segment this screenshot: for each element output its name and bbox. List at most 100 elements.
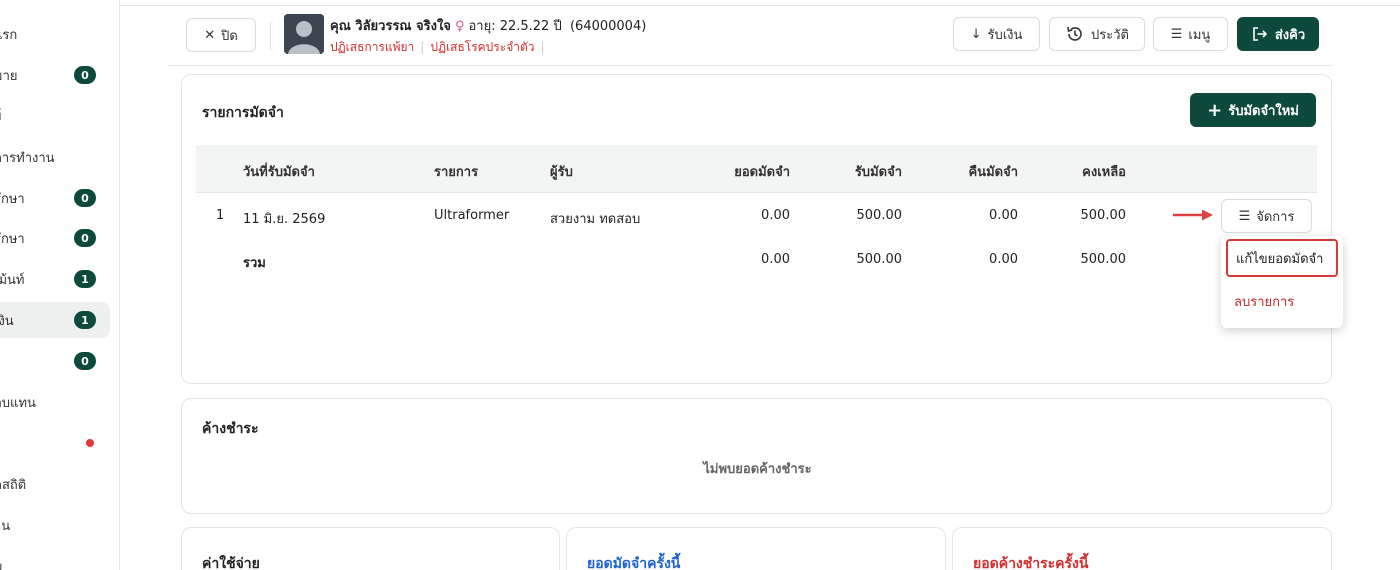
notification-dot <box>86 439 94 447</box>
avatar <box>284 14 324 54</box>
female-icon: ♀ <box>454 19 465 34</box>
table-header: วันที่รับมัดจำ รายการ ผู้รับ ยอดมัดจำ รั… <box>196 145 1317 193</box>
row-item: Ultraformer <box>434 208 510 223</box>
deposit-this-time-title: ยอดมัดจำครั้งนี้ <box>587 556 681 570</box>
user-icon <box>284 14 324 54</box>
deposit-card: รายการมัดจำ + รับมัดจำใหม่ วันที่รับมัดจ… <box>181 74 1332 384</box>
sidebar-item-label: ลสถิติ <box>0 477 27 493</box>
sidebar-item-label: เงิน <box>0 313 14 329</box>
delete-item-menu-item[interactable]: ลบรายการ <box>1226 282 1338 320</box>
total-balance: 500.00 <box>1080 252 1127 267</box>
main-content: ✕ ปิด คุณ วิลัยวรรณ จริงใจ ♀ อายุ: 22.5.22… <box>120 0 1400 570</box>
outstanding-this-time-title: ยอดค้างชำระครั้งนี้ <box>973 556 1089 570</box>
sidebar-item-finance[interactable]: เงิน 1 <box>0 302 110 338</box>
column-header: รายการ <box>434 165 479 180</box>
sidebar-item-comments[interactable]: เม้นท์ 1 <box>0 261 110 297</box>
sidebar-item-label: รักษา <box>0 231 25 247</box>
sidebar-item-work[interactable]: การทำงาน <box>0 139 110 175</box>
new-deposit-button[interactable]: + รับมัดจำใหม่ <box>1190 93 1316 127</box>
patient-name: คุณ วิลัยวรรณ จริงใจ <box>330 19 451 34</box>
total-deposit-amount: 0.00 <box>761 252 790 267</box>
sidebar-badge: 0 <box>74 352 96 370</box>
send-queue-button[interactable]: ส่งคิว <box>1237 17 1319 51</box>
sidebar-badge: 0 <box>74 66 96 84</box>
row-balance: 500.00 <box>1080 208 1127 223</box>
sidebar-item-label: ย์ <box>0 105 2 126</box>
sidebar-badge: 0 <box>74 229 96 247</box>
receive-money-button[interactable]: ↓ รับเงิน <box>953 17 1040 51</box>
chronic-disease: ปฏิเสธโรคประจำตัว <box>430 40 535 54</box>
patient-header: ✕ ปิด คุณ วิลัยวรรณ จริงใจ ♀ อายุ: 22.5.22… <box>168 6 1333 66</box>
sidebar-item-statistics[interactable]: ลสถิติ <box>0 466 110 502</box>
logout-icon <box>1253 27 1267 41</box>
column-header: วันที่รับมัดจำ <box>243 165 315 180</box>
history-icon <box>1067 26 1082 41</box>
sidebar-item-3[interactable]: ย์ <box>0 97 110 133</box>
sidebar-item-compensation[interactable]: อบแทน <box>0 384 110 420</box>
receive-money-label: รับเงิน <box>987 27 1023 43</box>
sidebar-item-home[interactable]: แรก <box>0 16 110 52</box>
edit-deposit-menu-item[interactable]: แก้ไขยอดมัดจำ <box>1226 239 1338 277</box>
column-header: ยอดมัดจำ <box>734 165 790 180</box>
history-label: ประวัติ <box>1091 27 1129 43</box>
column-header: คงเหลือ <box>1082 165 1126 180</box>
manage-button[interactable]: ☰ จัดการ <box>1221 199 1312 233</box>
sidebar-item-label: แรก <box>0 27 18 43</box>
expenses-card: ค่าใช้จ่าย <box>181 527 560 570</box>
sidebar-item-label: าน <box>0 518 11 534</box>
sidebar-item-11[interactable] <box>0 425 110 461</box>
plus-icon: + <box>1207 99 1223 121</box>
sidebar-item-9[interactable]: 0 <box>0 343 110 379</box>
sidebar-item-treatment-2[interactable]: รักษา 0 <box>0 220 110 256</box>
outstanding-card: ค้างชำระ ไม่พบยอดค้างชำระ <box>181 398 1332 514</box>
patient-alerts: ปฏิเสธการแพ้ยา | ปฏิเสธโรคประจำตัว | <box>330 40 545 54</box>
row-returned: 0.00 <box>989 208 1018 223</box>
patient-id: (64000004) <box>569 19 647 34</box>
sidebar-item-appointments[interactable]: มาย 0 <box>0 57 110 93</box>
sidebar-item-label: การทำงาน <box>0 150 55 166</box>
hamburger-icon: ☰ <box>1238 208 1251 224</box>
menu-label: เมนู <box>1188 27 1211 43</box>
outstanding-this-time-card: ยอดค้างชำระครั้งนี้ <box>952 527 1332 570</box>
row-deposit-amount: 0.00 <box>761 208 790 223</box>
column-header: คืนมัดจำ <box>968 165 1018 180</box>
history-button[interactable]: ประวัติ <box>1049 17 1145 51</box>
total-returned: 0.00 <box>989 252 1018 267</box>
row-received: 500.00 <box>856 208 903 223</box>
outstanding-empty-text: ไม่พบยอดค้างชำระ <box>703 462 812 477</box>
sidebar-item-label: มาย <box>0 68 18 84</box>
sidebar-item-label: เม้นท์ <box>0 272 25 288</box>
expenses-title: ค่าใช้จ่าย <box>202 556 260 570</box>
sidebar-item-label: รักษา <box>0 191 25 207</box>
outstanding-title: ค้างชำระ <box>202 421 259 437</box>
patient-info: คุณ วิลัยวรรณ จริงใจ ♀ อายุ: 22.5.22 ปี (6… <box>330 15 646 36</box>
row-number: 1 <box>216 208 225 223</box>
column-header: ผู้รับ <box>550 165 573 180</box>
red-arrow-icon <box>1173 209 1213 221</box>
row-receiver: สวยงาม ทดสอบ <box>550 212 641 227</box>
deposit-title: รายการมัดจำ <box>202 105 284 121</box>
divider <box>270 22 271 50</box>
close-icon: ✕ <box>204 27 216 43</box>
drug-allergy: ปฏิเสธการแพ้ยา <box>330 40 415 54</box>
new-deposit-label: รับมัดจำใหม่ <box>1228 103 1299 119</box>
sidebar-badge: 0 <box>74 189 96 207</box>
sidebar-item-treatment-1[interactable]: รักษา 0 <box>0 180 110 216</box>
sidebar-item-14[interactable]: ม <box>0 548 110 570</box>
column-header: รับมัดจำ <box>854 165 902 180</box>
patient-age: อายุ: 22.5.22 ปี <box>468 19 562 34</box>
total-label: รวม <box>243 256 266 271</box>
sidebar-item-label: อบแทน <box>0 395 36 411</box>
hamburger-icon: ☰ <box>1170 26 1183 42</box>
sidebar-badge: 1 <box>74 270 96 288</box>
close-button[interactable]: ✕ ปิด <box>186 18 256 52</box>
sidebar-item-13[interactable]: าน <box>0 507 110 543</box>
deposit-this-time-card: ยอดมัดจำครั้งนี้ <box>566 527 946 570</box>
manage-label: จัดการ <box>1256 209 1295 225</box>
send-queue-label: ส่งคิว <box>1274 27 1306 43</box>
sidebar-item-label: ม <box>0 556 3 570</box>
menu-button[interactable]: ☰ เมนู <box>1153 17 1228 51</box>
row-date: 11 มิ.ย. 2569 <box>243 212 326 227</box>
total-received: 500.00 <box>856 252 903 267</box>
manage-dropdown: แก้ไขยอดมัดจำ ลบรายการ <box>1221 236 1343 328</box>
